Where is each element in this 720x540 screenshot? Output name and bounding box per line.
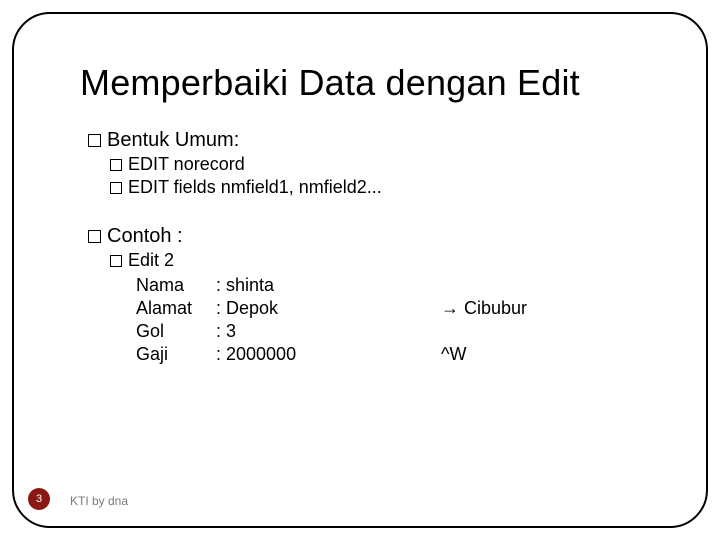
table-row: Alamat : Depok → Cibubur [136, 297, 660, 320]
bullet-box-icon [110, 182, 122, 194]
slide-body: Bentuk Umum: EDIT norecord EDIT fields n… [88, 124, 660, 366]
field-note: → Cibubur [441, 297, 527, 320]
field-name: Gaji [136, 343, 216, 366]
field-name: Alamat [136, 297, 216, 320]
slide: Memperbaiki Data dengan Edit Bentuk Umum… [0, 0, 720, 540]
field-name: Nama [136, 274, 216, 297]
bullet-box-icon [88, 230, 101, 243]
field-name: Gol [136, 320, 216, 343]
table-row: Gol : 3 [136, 320, 660, 343]
section-heading-bentuk: Bentuk Umum: [88, 128, 660, 153]
bentuk-line-2: EDIT fields nmfield1, nmfield2... [110, 176, 660, 199]
table-row: Gaji : 2000000 ^W [136, 343, 660, 366]
bentuk-line-1: EDIT norecord [110, 153, 660, 176]
footer-text: KTI by dna [70, 494, 128, 508]
field-value: : 3 [216, 320, 441, 343]
section-heading-contoh: Contoh : [88, 224, 660, 249]
bullet-box-icon [88, 134, 101, 147]
slide-title: Memperbaiki Data dengan Edit [80, 62, 580, 104]
heading-text: Bentuk Umum: [107, 129, 239, 151]
heading-text: Contoh : [107, 225, 183, 247]
sub-text: Edit 2 [128, 250, 174, 270]
contoh-subheading: Edit 2 [110, 249, 660, 272]
table-row: Nama : shinta [136, 274, 660, 297]
line-text: EDIT fields nmfield1, nmfield2... [128, 177, 382, 197]
bullet-box-icon [110, 159, 122, 171]
arrow-right-icon: → [441, 298, 459, 318]
field-value: : shinta [216, 274, 441, 297]
bullet-box-icon [110, 255, 122, 267]
note-text: Cibubur [459, 298, 527, 318]
line-text: EDIT norecord [128, 154, 245, 174]
example-table: Nama : shinta Alamat : Depok → Cibubur G… [136, 274, 660, 366]
field-value: : Depok [216, 297, 441, 320]
field-note: ^W [441, 343, 466, 366]
page-number-badge: 3 [28, 488, 50, 510]
field-value: : 2000000 [216, 343, 441, 366]
